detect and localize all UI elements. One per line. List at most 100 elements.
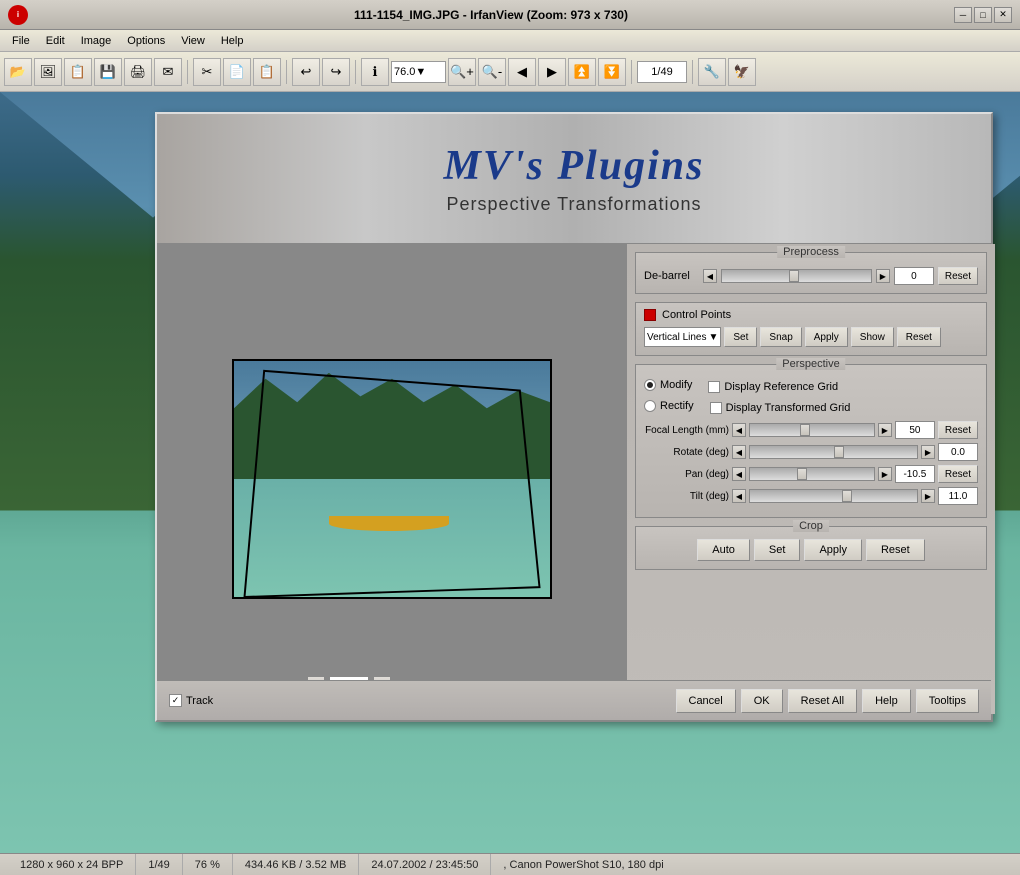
pan-reset-btn[interactable]: Reset: [938, 465, 978, 483]
rectify-label: Rectify: [660, 400, 694, 412]
rotate-left-arrow[interactable]: ◀: [732, 445, 746, 459]
ok-button[interactable]: OK: [741, 689, 783, 713]
rotate-right-arrow[interactable]: ▶: [921, 445, 935, 459]
modify-radio[interactable]: [644, 379, 656, 391]
toolbar-open[interactable]: 📂: [4, 58, 32, 86]
tilt-right-arrow[interactable]: ▶: [921, 489, 935, 503]
help-button[interactable]: Help: [862, 689, 911, 713]
toolbar-thumbnail[interactable]: 🖼: [34, 58, 62, 86]
toolbar-prev[interactable]: ◀: [508, 58, 536, 86]
debarrel-label: De-barrel: [644, 270, 699, 282]
status-filesize: 434.46 KB / 3.52 MB: [233, 854, 360, 875]
crop-group: Crop Auto Set Apply Reset: [635, 526, 987, 570]
toolbar-cut[interactable]: ✂: [193, 58, 221, 86]
tilt-value[interactable]: 11.0: [938, 487, 978, 505]
rotate-row: Rotate (deg) ◀ ▶ 0.0: [644, 443, 978, 461]
zoom-input[interactable]: 76.0 ▼: [391, 61, 446, 83]
rectify-radio[interactable]: [644, 400, 656, 412]
plugin-dialog: MV's Plugins Perspective Transformations: [155, 112, 993, 722]
cp-set-btn[interactable]: Set: [724, 327, 757, 347]
toolbar-paste[interactable]: 📋: [253, 58, 281, 86]
debarrel-thumb[interactable]: [789, 270, 799, 282]
toolbar-zoom-out[interactable]: 🔍-: [478, 58, 506, 86]
debarrel-right-arrow[interactable]: ▶: [876, 269, 890, 283]
menu-view[interactable]: View: [173, 33, 213, 49]
focal-value[interactable]: 50: [895, 421, 935, 439]
focal-right-arrow[interactable]: ▶: [878, 423, 892, 437]
focal-length-row: Focal Length (mm) ◀ ▶ 50 Reset: [644, 421, 978, 439]
focal-reset-btn[interactable]: Reset: [938, 421, 978, 439]
trans-grid-label: Display Transformed Grid: [726, 402, 851, 414]
ref-grid-checkbox[interactable]: [708, 381, 720, 393]
toolbar-info[interactable]: ℹ: [361, 58, 389, 86]
cancel-button[interactable]: Cancel: [676, 689, 736, 713]
pan-value[interactable]: -10.5: [895, 465, 935, 483]
cp-snap-btn[interactable]: Snap: [760, 327, 801, 347]
tooltips-button[interactable]: Tooltips: [916, 689, 979, 713]
tilt-slider[interactable]: [749, 489, 918, 503]
cp-dropdown[interactable]: Vertical Lines ▼: [644, 327, 721, 347]
dialog-header: MV's Plugins Perspective Transformations: [157, 114, 991, 244]
plugin-logo: MV's Plugins: [444, 142, 705, 190]
toolbar-undo[interactable]: ↩: [292, 58, 320, 86]
toolbar-save[interactable]: 💾: [94, 58, 122, 86]
tilt-thumb[interactable]: [842, 490, 852, 502]
menu-image[interactable]: Image: [73, 33, 120, 49]
maximize-button[interactable]: □: [974, 7, 992, 23]
menu-help[interactable]: Help: [213, 33, 252, 49]
debarrel-reset-btn[interactable]: Reset: [938, 267, 978, 285]
toolbar-print[interactable]: 🖨: [124, 58, 152, 86]
pan-thumb[interactable]: [797, 468, 807, 480]
toolbar-email[interactable]: ✉: [154, 58, 182, 86]
track-checkbox[interactable]: ✓: [169, 694, 182, 707]
plugin-subtitle: Perspective Transformations: [446, 194, 701, 215]
pan-label: Pan (deg): [644, 469, 729, 480]
focal-thumb[interactable]: [800, 424, 810, 436]
debarrel-left-arrow[interactable]: ◀: [703, 269, 717, 283]
crop-auto-btn[interactable]: Auto: [697, 539, 750, 561]
cp-show-btn[interactable]: Show: [851, 327, 894, 347]
toolbar-first[interactable]: ⏫: [568, 58, 596, 86]
crop-apply-btn[interactable]: Apply: [804, 539, 862, 561]
toolbar-last[interactable]: ⏬: [598, 58, 626, 86]
pan-slider[interactable]: [749, 467, 875, 481]
toolbar-sep4: [631, 60, 632, 84]
minimize-button[interactable]: ─: [954, 7, 972, 23]
focal-slider[interactable]: [749, 423, 875, 437]
rotate-thumb[interactable]: [834, 446, 844, 458]
debarrel-slider[interactable]: [721, 269, 872, 283]
menu-edit[interactable]: Edit: [38, 33, 73, 49]
menu-options[interactable]: Options: [119, 33, 173, 49]
reset-all-button[interactable]: Reset All: [788, 689, 857, 713]
crop-buttons: Auto Set Apply Reset: [644, 539, 978, 561]
tilt-label: Tilt (deg): [644, 491, 729, 502]
rotate-slider[interactable]: [749, 445, 918, 459]
debarrel-row: De-barrel ◀ ▶ 0 Reset: [644, 267, 978, 285]
focal-left-arrow[interactable]: ◀: [732, 423, 746, 437]
tilt-left-arrow[interactable]: ◀: [732, 489, 746, 503]
trans-grid-checkbox[interactable]: [710, 402, 722, 414]
close-button[interactable]: ✕: [994, 7, 1012, 23]
crop-reset-btn[interactable]: Reset: [866, 539, 925, 561]
pan-right-arrow[interactable]: ▶: [878, 467, 892, 481]
debarrel-value[interactable]: 0: [894, 267, 934, 285]
toolbar-next[interactable]: ▶: [538, 58, 566, 86]
toolbar-plugin1[interactable]: 🔧: [698, 58, 726, 86]
window-title: 111-1154_IMG.JPG - IrfanView (Zoom: 973 …: [28, 8, 954, 22]
toolbar-copy[interactable]: 📄: [223, 58, 251, 86]
pan-left-arrow[interactable]: ◀: [732, 467, 746, 481]
toolbar-plugin2[interactable]: 🦅: [728, 58, 756, 86]
crop-set-btn[interactable]: Set: [754, 539, 801, 561]
ref-grid-row: Display Reference Grid: [708, 379, 838, 394]
crop-label: Crop: [793, 520, 829, 532]
window-controls: ─ □ ✕: [954, 7, 1012, 23]
perspective-svg: [234, 361, 550, 597]
toolbar-zoom-in[interactable]: 🔍+: [448, 58, 476, 86]
toolbar-filelist[interactable]: 📋: [64, 58, 92, 86]
main-content: MV's Plugins Perspective Transformations: [0, 92, 1020, 853]
toolbar-redo[interactable]: ↪: [322, 58, 350, 86]
cp-apply-btn[interactable]: Apply: [805, 327, 848, 347]
rotate-value[interactable]: 0.0: [938, 443, 978, 461]
menu-file[interactable]: File: [4, 33, 38, 49]
cp-reset-btn[interactable]: Reset: [897, 327, 941, 347]
